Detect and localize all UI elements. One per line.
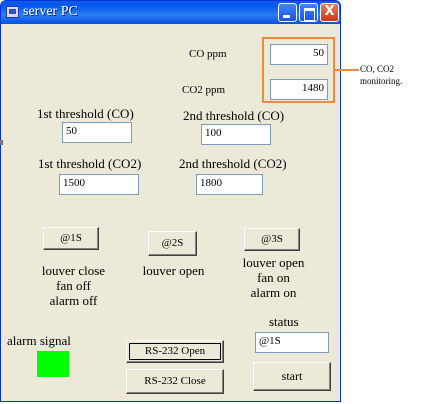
co2-second-threshold-field[interactable]: 1800 xyxy=(196,174,263,195)
close-button[interactable]: X xyxy=(320,3,339,22)
state-3s-description: louver open fan on alarm on xyxy=(226,255,321,300)
alarm-signal-label: alarm signal xyxy=(7,333,71,348)
co-first-threshold-label: 1st threshold (CO) xyxy=(37,106,134,121)
co2-second-threshold-label: 2nd threshold (CO2) xyxy=(179,156,287,171)
rs232-open-button[interactable]: RS-232 Open xyxy=(126,340,224,363)
co-ppm-label: CO ppm xyxy=(189,48,227,60)
state-2s-button[interactable]: @2S xyxy=(148,231,197,256)
state-3s-line2: fan on xyxy=(257,270,290,285)
co-first-threshold-field[interactable]: 50 xyxy=(62,122,132,143)
state-1s-line1: louver close xyxy=(41,263,106,278)
monitoring-highlight-box xyxy=(262,37,335,103)
co-second-threshold-label: 2nd threshold (CO) xyxy=(183,108,285,123)
rs232-close-button[interactable]: RS-232 Close xyxy=(126,369,224,394)
state-3s-button[interactable]: @3S xyxy=(244,228,300,251)
callout-line2: monitoring. xyxy=(360,76,403,86)
status-label: status xyxy=(269,314,299,329)
state-3s-line3: alarm on xyxy=(250,285,297,300)
co2-ppm-label: CO2 ppm xyxy=(182,84,226,96)
state-2s-description: louver open xyxy=(126,263,221,278)
start-button[interactable]: start xyxy=(253,362,331,391)
window-title: server PC xyxy=(23,4,78,19)
monitoring-callout: CO, CO2 monitoring. xyxy=(360,63,402,87)
app-icon xyxy=(6,6,19,18)
state-1s-button[interactable]: @1S xyxy=(43,227,99,250)
minimize-button[interactable] xyxy=(278,3,297,22)
edge-mark xyxy=(0,140,3,145)
state-1s-line3: alarm off xyxy=(49,293,98,308)
state-1s-description: louver close fan off alarm off xyxy=(26,263,121,308)
maximize-button[interactable] xyxy=(299,3,318,22)
co2-first-threshold-label: 1st threshold (CO2) xyxy=(38,156,142,171)
callout-connector xyxy=(335,69,359,71)
title-bar[interactable]: server PC X xyxy=(1,1,340,24)
co2-first-threshold-field[interactable]: 1500 xyxy=(59,174,139,195)
state-2s-line1: louver open xyxy=(142,263,205,278)
alarm-indicator xyxy=(37,351,69,377)
co-second-threshold-field[interactable]: 100 xyxy=(201,124,271,145)
state-3s-line1: louver open xyxy=(242,255,305,270)
status-field[interactable]: @1S xyxy=(255,332,329,353)
state-1s-line2: fan off xyxy=(56,278,91,293)
callout-line1: CO, CO2 xyxy=(360,64,395,74)
